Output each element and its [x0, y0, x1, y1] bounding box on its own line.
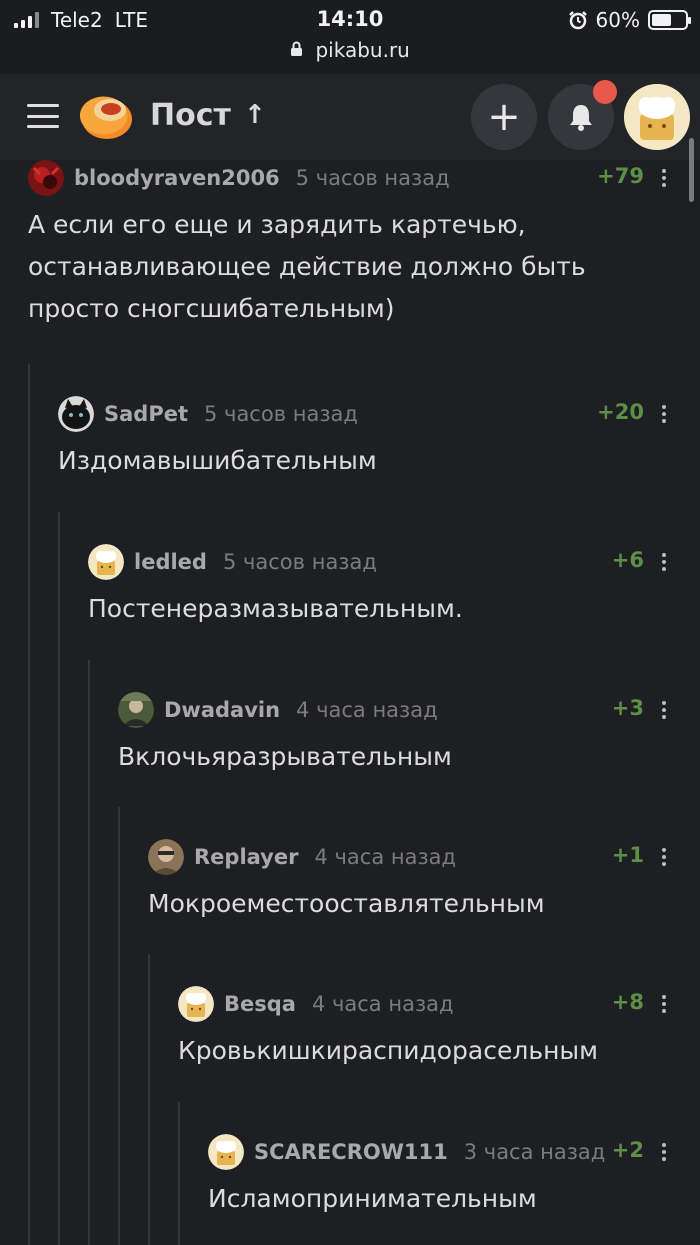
scroll-up-icon[interactable]: ↑	[244, 100, 266, 130]
pikabu-logo[interactable]	[80, 90, 134, 140]
avatar[interactable]	[148, 839, 184, 875]
comment-author[interactable]: Besqa	[224, 992, 296, 1016]
thread-indent-line[interactable]	[88, 660, 90, 1245]
menu-icon[interactable]	[27, 104, 59, 128]
comment-author[interactable]: ledled	[134, 550, 207, 574]
more-options-icon[interactable]	[662, 1143, 666, 1164]
comment-text: Исламопринимательным	[208, 1184, 537, 1213]
bell-icon	[570, 105, 592, 131]
comment-text: Постенеразмазывательным.	[88, 594, 463, 623]
thread-indent-line[interactable]	[118, 807, 120, 1245]
address-bar[interactable]: pikabu.ru	[0, 38, 700, 62]
comment-rating[interactable]: +79	[597, 164, 644, 188]
comment-time[interactable]: 5 часов назад	[296, 166, 450, 190]
avatar[interactable]	[28, 160, 64, 196]
comment-rating[interactable]: +6	[612, 548, 644, 572]
comment-rating[interactable]: +2	[612, 1138, 644, 1162]
comment-header: ledled 5 часов назад	[88, 542, 700, 582]
comment-rating[interactable]: +20	[597, 400, 644, 424]
comment-text: Издомавышибательным	[58, 446, 377, 475]
more-options-icon[interactable]	[662, 848, 666, 869]
page-scrollbar[interactable]	[689, 138, 694, 202]
comment-rating[interactable]: +1	[612, 843, 644, 867]
comment-text: А если его еще и зарядить картечью, оста…	[28, 210, 586, 323]
battery-percent: 60%	[595, 8, 640, 32]
more-options-icon[interactable]	[662, 553, 666, 574]
comment-time[interactable]: 3 часа назад	[464, 1140, 606, 1164]
comment-time[interactable]: 4 часа назад	[312, 992, 454, 1016]
comment-author[interactable]: bloodyraven2006	[74, 166, 280, 190]
notification-dot	[593, 80, 617, 104]
comment-author[interactable]: Dwadavin	[164, 698, 280, 722]
more-options-icon[interactable]	[662, 701, 666, 722]
comment-time[interactable]: 4 часа назад	[296, 698, 438, 722]
add-post-button[interactable]: +	[471, 84, 537, 150]
comment-author[interactable]: SadPet	[104, 402, 188, 426]
more-options-icon[interactable]	[662, 169, 666, 190]
comment-rating[interactable]: +3	[612, 696, 644, 720]
more-options-icon[interactable]	[662, 405, 666, 426]
lock-icon	[290, 41, 303, 61]
page-title: Пост	[150, 98, 231, 133]
thread-indent-line[interactable]	[178, 1102, 180, 1245]
url-text: pikabu.ru	[315, 38, 410, 62]
avatar[interactable]	[58, 396, 94, 432]
battery-icon	[648, 10, 691, 30]
comment-text: Вклочьяразрывательным	[118, 742, 452, 771]
comment-time[interactable]: 5 часов назад	[223, 550, 377, 574]
user-avatar[interactable]	[624, 84, 690, 150]
comment-rating[interactable]: +8	[612, 990, 644, 1014]
status-right: 60%	[568, 8, 691, 32]
avatar[interactable]	[118, 692, 154, 728]
avatar[interactable]	[208, 1134, 244, 1170]
avatar[interactable]	[88, 544, 124, 580]
more-options-icon[interactable]	[662, 995, 666, 1016]
comment-author[interactable]: Replayer	[194, 845, 298, 869]
comments-thread: bloodyraven2006 5 часов назад +79 А если ег…	[0, 160, 700, 1245]
comment-author[interactable]: SCARECROW111	[254, 1140, 448, 1164]
alarm-icon	[568, 11, 587, 30]
comment-time[interactable]: 4 часа назад	[314, 845, 456, 869]
comment-text: Кровькишкираспидорасельным	[178, 1036, 599, 1065]
avatar[interactable]	[178, 986, 214, 1022]
thread-indent-line[interactable]	[28, 364, 30, 1245]
thread-indent-line[interactable]	[58, 512, 60, 1245]
comment-text: Мокроеместооставлятельным	[148, 889, 545, 918]
thread-indent-line[interactable]	[148, 954, 150, 1245]
status-bar: Tele2 LTE 14:10 60% pikabu.ru	[0, 0, 700, 74]
comment-time[interactable]: 5 часов назад	[204, 402, 358, 426]
